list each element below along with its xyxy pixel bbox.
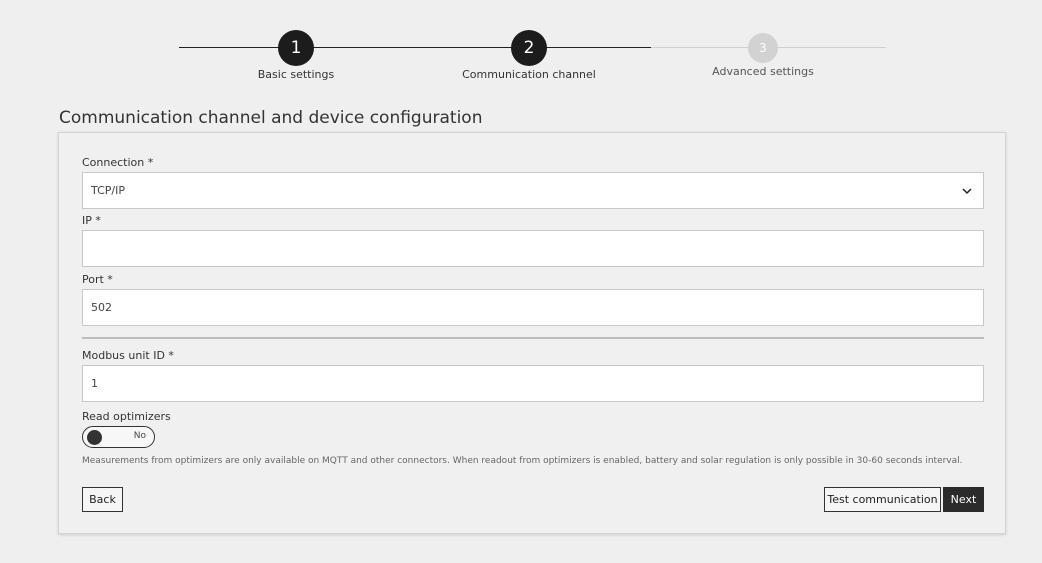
read-optimizers-label: Read optimizers (82, 410, 171, 423)
port-label: Port * (82, 273, 113, 286)
next-button[interactable]: Next (943, 487, 984, 512)
modbus-unit-id-label: Modbus unit ID * (82, 349, 174, 362)
optimizers-info-note: Measurements from optimizers are only av… (82, 456, 963, 466)
step-number-2: 2 (511, 30, 547, 66)
ip-field[interactable] (82, 230, 984, 267)
connection-label: Connection * (82, 156, 154, 169)
connection-select[interactable]: TCP/IP (82, 172, 984, 209)
step-number-3: 3 (748, 33, 778, 63)
progress-stepper: 1 Basic settings 2 Communication channel… (0, 0, 1042, 90)
ip-input[interactable] (91, 242, 983, 255)
step-label-advanced-settings: Advanced settings (712, 65, 814, 78)
step-advanced-settings: 3 Advanced settings (673, 33, 853, 78)
step-label-basic-settings: Basic settings (257, 68, 335, 81)
toggle-state-text: No (133, 431, 146, 441)
read-optimizers-toggle[interactable]: No (82, 426, 155, 448)
configuration-card: Connection * TCP/IP IP * Port * Modbus u… (58, 132, 1006, 534)
modbus-unit-id-field[interactable] (82, 365, 984, 402)
port-field[interactable] (82, 289, 984, 326)
test-communication-button[interactable]: Test communication (824, 487, 941, 512)
ip-label: IP * (82, 214, 101, 227)
step-label-communication-channel: Communication channel (462, 68, 596, 81)
back-button[interactable]: Back (82, 487, 123, 512)
step-basic-settings[interactable]: 1 Basic settings (206, 30, 386, 81)
chevron-down-icon (962, 188, 972, 195)
step-communication-channel[interactable]: 2 Communication channel (439, 30, 619, 81)
step-number-1: 1 (278, 30, 314, 66)
page-title: Communication channel and device configu… (59, 108, 483, 128)
section-divider (82, 337, 984, 339)
port-input[interactable] (91, 301, 983, 314)
connection-selected-value: TCP/IP (91, 184, 125, 197)
modbus-unit-id-input[interactable] (91, 377, 983, 390)
toggle-knob (87, 430, 102, 445)
